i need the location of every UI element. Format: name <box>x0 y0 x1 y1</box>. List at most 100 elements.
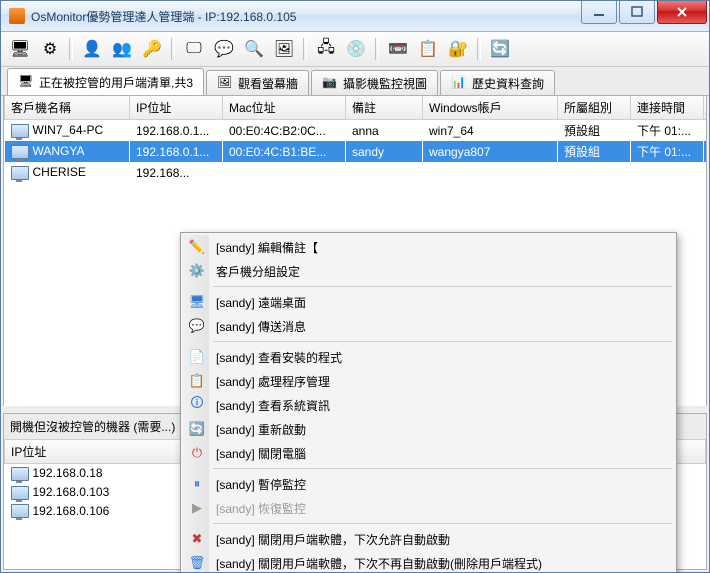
tab-icon: 🖼 <box>217 75 233 91</box>
close-button[interactable] <box>657 1 707 24</box>
toolbar-user-add-button[interactable]: 👤 <box>79 36 105 62</box>
menu-item-label: [sandy] 關閉電腦 <box>216 445 306 462</box>
menu-item-icon: ⏸ <box>189 476 205 492</box>
tab-3[interactable]: 📊歷史資料查詢 <box>440 70 555 95</box>
cell-name: WIN7_64-PC <box>5 120 130 142</box>
app-icon <box>9 8 25 24</box>
col-header[interactable]: 所屬組別 <box>558 96 631 120</box>
record-icon: 📼 <box>388 39 408 59</box>
menu-item[interactable]: ✖ [sandy] 關閉用戶端軟體，下次允許自動啟動 <box>183 527 674 551</box>
toolbar-record-button[interactable]: 📼 <box>385 36 411 62</box>
minimize-button[interactable] <box>581 1 617 24</box>
menu-item[interactable]: 📋 [sandy] 處理程序管理 <box>183 369 674 393</box>
toolbar-separator <box>375 38 379 60</box>
tab-label: 觀看螢幕牆 <box>238 75 298 92</box>
cell-mac <box>223 162 346 183</box>
cell-time <box>631 162 704 183</box>
tab-2[interactable]: 📷攝影機監控視圖 <box>311 70 438 95</box>
tab-strip: 🖥正在被控管的用戶端清單,共3 🖼 觀看螢幕牆 📷攝影機監控視圖📊歷史資料查詢 <box>1 67 709 96</box>
menu-item-label: [sandy] 重新啟動 <box>216 421 306 438</box>
cell-acct <box>423 162 558 183</box>
toolbar-key-button[interactable]: 🔑 <box>139 36 165 62</box>
cell-group: 預設組 <box>558 141 631 162</box>
maximize-button[interactable] <box>619 1 655 24</box>
cell-mac: 00:E0:4C:B1:BE... <box>223 141 346 162</box>
toolbar-users-button[interactable]: 👥 <box>109 36 135 62</box>
search-pc-icon: 🔍 <box>244 39 264 59</box>
menu-item[interactable]: 📄[sandy] 查看安裝的程式 <box>183 345 674 369</box>
col-header[interactable]: IP位址 <box>130 96 223 120</box>
col-header[interactable]: 備註 <box>346 96 423 120</box>
tab-1[interactable]: 🖼 觀看螢幕牆 <box>206 70 309 95</box>
menu-item[interactable]: ✏️ [sandy] 編輯備註【 <box>183 235 674 259</box>
toolbar-refresh-button[interactable]: 🔄 <box>487 36 513 62</box>
toolbar-search-pc-button[interactable]: 🔍 <box>241 36 267 62</box>
cell-ip: 192.168... <box>130 162 223 183</box>
menu-item[interactable]: ⏻ [sandy] 關閉電腦 <box>183 441 674 465</box>
clients-table[interactable]: 客戶機名稱IP位址Mac位址備註Windows帳戶所屬組別連接時間狀態WIN7_… <box>4 96 707 183</box>
cell-group: 預設組 <box>558 120 631 142</box>
tab-icon: 🖥 <box>18 74 34 90</box>
toolbar-display-button[interactable]: 🖵 <box>181 36 207 62</box>
menu-item-icon: 📋 <box>189 373 205 389</box>
col-header[interactable]: 客戶機名稱 <box>5 96 130 120</box>
table-row[interactable]: WANGYA192.168.0.1...00:E0:4C:B1:BE...san… <box>5 141 708 162</box>
menu-item-icon: ▶ <box>189 500 205 516</box>
cell-name: CHERISE <box>5 162 130 183</box>
toolbar-lock-list-button[interactable]: 🔐 <box>445 36 471 62</box>
toolbar-monitor-button[interactable]: 🖥 <box>7 36 33 62</box>
menu-item[interactable]: 🖥[sandy] 遠端桌面 <box>183 290 674 314</box>
menu-item[interactable]: 💬[sandy] 傳送消息 <box>183 314 674 338</box>
menu-item-label: 客戶機分組設定 <box>216 263 300 280</box>
menu-item-label: [sandy] 處理程序管理 <box>216 373 330 390</box>
menu-item[interactable]: 🔄 [sandy] 重新啟動 <box>183 417 674 441</box>
toolbar-settings-button[interactable]: ⚙ <box>37 36 63 62</box>
menu-item[interactable]: 🗑[sandy] 關閉用戶端軟體，下次不再自動啟動(刪除用戶端程式) <box>183 551 674 573</box>
toolbar-list-button[interactable]: 📋 <box>415 36 441 62</box>
computer-icon <box>11 145 29 159</box>
menu-separator <box>213 341 672 342</box>
col-header[interactable]: 連接時間 <box>631 96 704 120</box>
menu-item-icon: ✏️ <box>189 239 205 255</box>
toolbar-picture-button[interactable]: 🖼 <box>271 36 297 62</box>
table-row[interactable]: CHERISE192.168...正在監 <box>5 162 708 183</box>
menu-item-icon: ⚙️ <box>189 263 205 279</box>
computer-icon <box>11 124 29 138</box>
monitor-icon: 🖥 <box>10 39 30 59</box>
tab-0[interactable]: 🖥正在被控管的用戶端清單,共3 <box>7 68 204 95</box>
network-icon: 🖧 <box>317 36 335 63</box>
cell-acct: win7_64 <box>423 120 558 142</box>
toolbar-network-button[interactable]: 🖧 <box>313 36 339 62</box>
menu-item-label: [sandy] 關閉用戶端軟體，下次允許自動啟動 <box>216 531 450 548</box>
col-header[interactable]: 狀態 <box>704 96 708 120</box>
menu-item-icon: ⏻ <box>189 445 205 461</box>
cell-time: 下午 01:... <box>631 141 704 162</box>
col-header[interactable]: Mac位址 <box>223 96 346 120</box>
cell-note <box>346 162 423 183</box>
table-row[interactable]: WIN7_64-PC192.168.0.1...00:E0:4C:B2:0C..… <box>5 120 708 142</box>
menu-item-label: [sandy] 遠端桌面 <box>216 294 306 311</box>
cell-group <box>558 162 631 183</box>
chat-icon: 💬 <box>214 39 234 59</box>
menu-item[interactable]: 🛈[sandy] 查看系統資訊 <box>183 393 674 417</box>
computer-icon <box>11 504 29 518</box>
cell-note: sandy <box>346 141 423 162</box>
menu-item[interactable]: ⚙️ 客戶機分組設定 <box>183 259 674 283</box>
col-header[interactable]: Windows帳戶 <box>423 96 558 120</box>
menu-item-label: [sandy] 查看安裝的程式 <box>216 349 342 366</box>
menu-item[interactable]: ⏸[sandy] 暫停監控 <box>183 472 674 496</box>
menu-separator <box>213 468 672 469</box>
tab-label: 歷史資料查詢 <box>472 75 544 92</box>
menu-item-icon: ✖ <box>189 531 205 547</box>
cell-status: 正在監 <box>704 141 708 162</box>
key-icon: 🔑 <box>142 39 162 59</box>
settings-icon: ⚙ <box>43 39 57 59</box>
toolbar: 🖥 ⚙ 👤👥 🔑 🖵 💬 🔍 🖼 🖧 💿 📼 📋🔐 🔄 <box>1 32 709 67</box>
cell-acct: wangya807 <box>423 141 558 162</box>
toolbar-disc-button[interactable]: 💿 <box>343 36 369 62</box>
menu-item-icon: 🔄 <box>189 421 205 437</box>
cell-status: 正在監 <box>704 120 708 142</box>
menu-item-label: [sandy] 編輯備註【 <box>216 239 318 256</box>
menu-item-icon: 🛈 <box>189 397 205 413</box>
toolbar-chat-button[interactable]: 💬 <box>211 36 237 62</box>
